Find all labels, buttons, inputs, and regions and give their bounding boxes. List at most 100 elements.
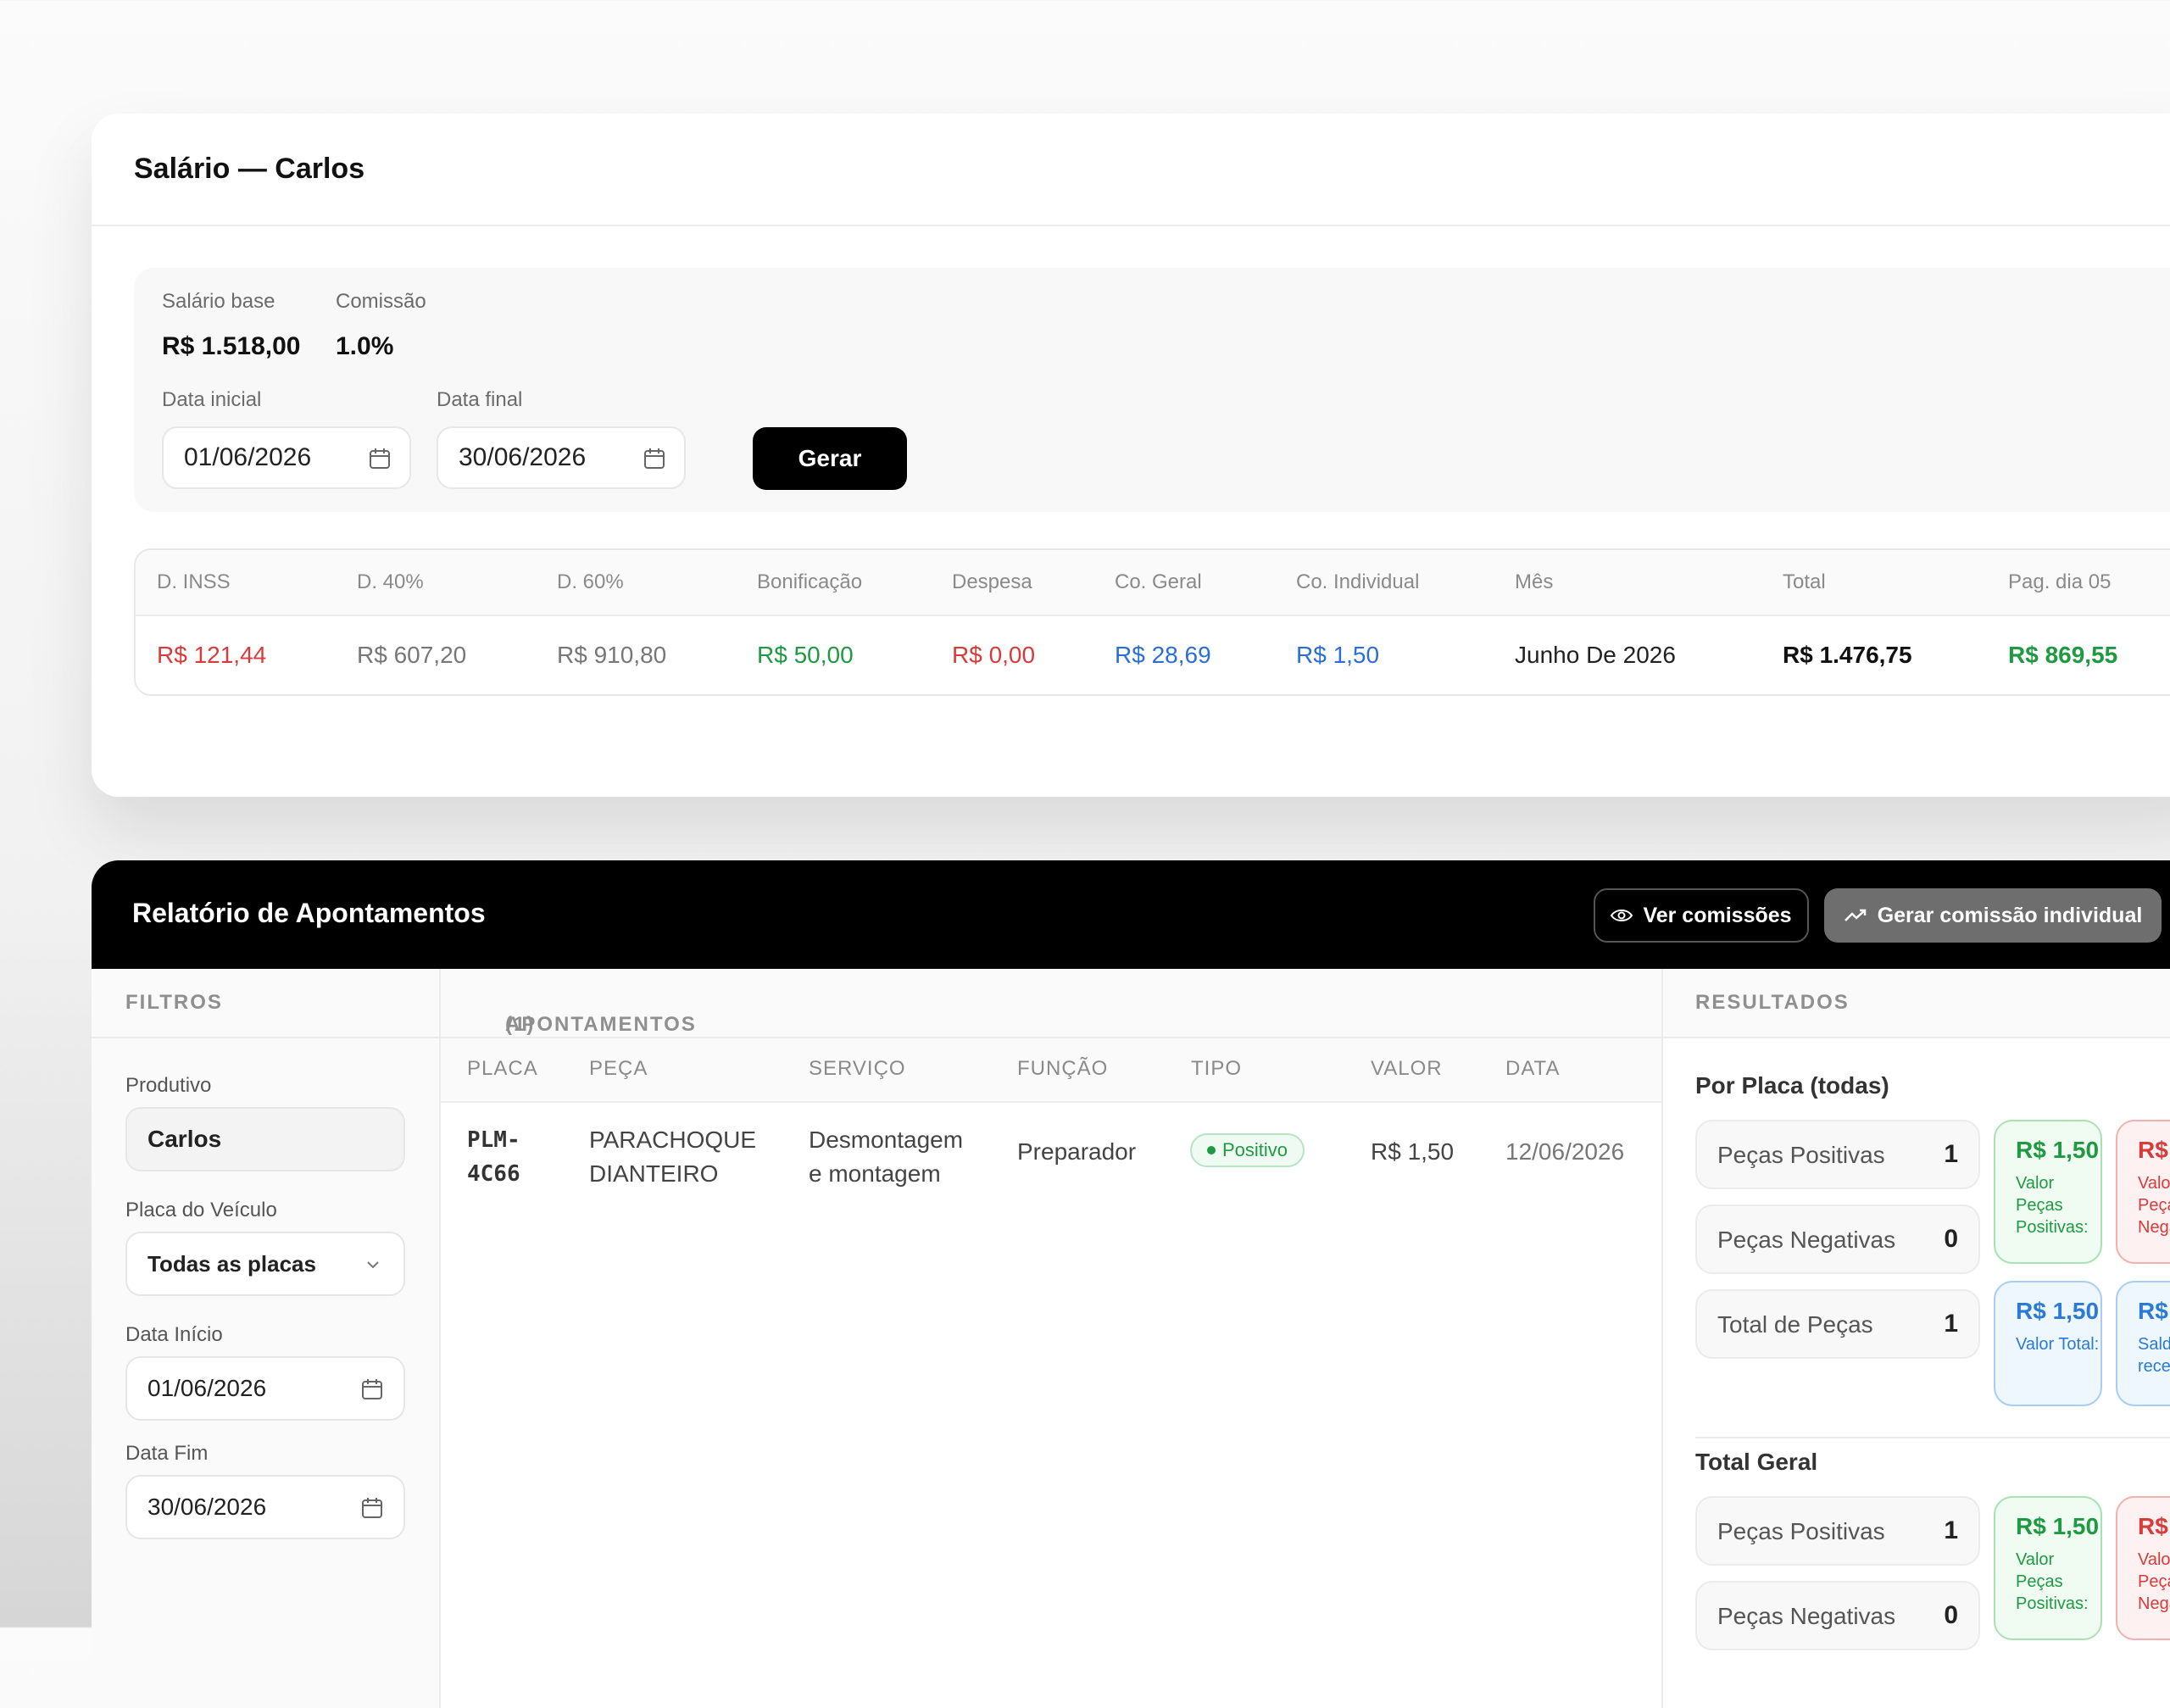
summary-general-commission-value: R$ 28,69	[1115, 642, 1211, 668]
summary-expense-value: R$ 0,00	[952, 642, 1036, 668]
pill-label: Saldo receber:	[2138, 1335, 2170, 1376]
overall-positive-value-pill: R$ 1,50 Valor Peças Positivas:	[1994, 1496, 2102, 1640]
stat-label: Peças Positivas	[1717, 1142, 1885, 1168]
productive-value: Carlos	[147, 1126, 222, 1152]
stat-label: Peças Positivas	[1717, 1518, 1885, 1544]
col-value: VALOR	[1371, 1057, 1443, 1080]
summary-header-bonus: Bonificação	[757, 570, 863, 593]
overall-positive-stat: Peças Positivas 1	[1695, 1496, 1980, 1566]
pill-label: Valor Peças Positivas:	[2016, 1174, 2089, 1237]
plate-select[interactable]: Todas as placas	[125, 1232, 405, 1296]
salary-summary-table: D. INSS D. 40% D. 60% Bonificação Despes…	[134, 548, 2170, 696]
start-date-input[interactable]: 01/06/2026	[162, 426, 411, 489]
col-part: PEÇA	[589, 1057, 648, 1080]
report-header: Relatório de Apontamentos Ver comissões …	[92, 860, 2170, 969]
col-service: SERVIÇO	[809, 1057, 906, 1080]
base-salary-label: Salário base	[162, 290, 275, 313]
calendar-icon[interactable]	[361, 1377, 383, 1401]
commission-label: Comissão	[336, 290, 426, 313]
summary-header-payday: Pag. dia 05	[2008, 570, 2112, 593]
generate-individual-commission-label: Gerar comissão individual	[1877, 903, 2143, 927]
calendar-icon[interactable]	[643, 447, 665, 470]
pill-value: R$ 1,50	[2016, 1298, 2100, 1324]
pill-label: Valor Peças Positivas:	[2016, 1550, 2089, 1613]
summary-inss-value: R$ 121,44	[157, 642, 267, 668]
col-type: TIPO	[1191, 1057, 1243, 1080]
summary-60-value: R$ 910,80	[557, 642, 667, 668]
summary-header-40: D. 40%	[357, 570, 424, 593]
trending-up-icon	[1844, 909, 1866, 921]
summary-payday-value: R$ 869,55	[2008, 642, 2118, 668]
filters-heading: FILTROS	[125, 991, 223, 1014]
results-panel: RESULTADOS Por Placa (todas) Peças Posit…	[1663, 969, 2170, 1708]
by-plate-total-value-pill: R$ 1,50 Valor Total:	[1994, 1281, 2102, 1406]
stat-label: Peças Negativas	[1717, 1227, 1896, 1253]
base-salary-value: R$ 1.518,00	[162, 332, 301, 360]
summary-header-expense: Despesa	[952, 570, 1032, 593]
col-date: DATA	[1505, 1057, 1561, 1080]
table-row[interactable]: PLM- 4C66 PARACHOQUE DIANTEIRO Desmontag…	[441, 1103, 1661, 1205]
end-date-label: Data final	[437, 388, 523, 411]
view-commissions-label: Ver comissões	[1643, 903, 1792, 927]
filter-start-date-label: Data Início	[125, 1323, 223, 1346]
calendar-icon[interactable]	[361, 1496, 383, 1520]
by-plate-positive-value-pill: R$ 1,50 Valor Peças Positivas:	[1994, 1120, 2102, 1264]
positive-dot-icon	[1207, 1146, 1216, 1154]
filter-start-date-input[interactable]: 01/06/2026	[125, 1356, 405, 1421]
row-service-line2: e montagem	[809, 1160, 941, 1187]
pill-value: R$	[2138, 1137, 2168, 1163]
salary-card-header: Salário — Carlos	[92, 114, 2170, 226]
row-part-line1: PARACHOQUE	[589, 1127, 757, 1153]
summary-values-row: R$ 121,44 R$ 607,20 R$ 910,80 R$ 50,00 R…	[136, 616, 2170, 694]
results-divider	[1695, 1437, 2170, 1438]
salary-params-panel: Salário base R$ 1.518,00 Comissão 1.0% D…	[134, 268, 2170, 512]
type-badge: Positivo	[1190, 1133, 1305, 1167]
appointments-heading-bar: APONTAMENTOS (1)	[441, 969, 1661, 1038]
generate-button[interactable]: Gerar	[753, 427, 907, 490]
row-service: Desmontagem e montagem	[809, 1123, 963, 1191]
filter-end-date-label: Data Fim	[125, 1442, 209, 1465]
pill-value: R$	[2138, 1513, 2168, 1539]
stat-label: Peças Negativas	[1717, 1603, 1896, 1629]
by-plate-balance-pill: R$ Saldo receber:	[2116, 1281, 2170, 1406]
summary-header-inss: D. INSS	[157, 570, 231, 593]
by-plate-positive-stat: Peças Positivas 1	[1695, 1120, 1980, 1189]
appointments-heading: APONTAMENTOS (1)	[473, 991, 695, 1036]
summary-40-value: R$ 607,20	[357, 642, 467, 668]
summary-total-value: R$ 1.476,75	[1783, 642, 1912, 668]
overall-negative-value-pill: R$ Valor Peças Negativas:	[2116, 1496, 2170, 1640]
by-plate-title: Por Placa (todas)	[1695, 1072, 1889, 1099]
filter-end-date-value: 30/06/2026	[147, 1494, 267, 1520]
col-role: FUNÇÃO	[1017, 1057, 1109, 1080]
summary-header-row: D. INSS D. 40% D. 60% Bonificação Despes…	[136, 550, 2170, 616]
filter-end-date-input[interactable]: 30/06/2026	[125, 1475, 405, 1539]
summary-header-60: D. 60%	[557, 570, 624, 593]
filter-start-date-value: 01/06/2026	[147, 1375, 267, 1401]
productive-field[interactable]: Carlos	[125, 1107, 405, 1171]
row-plate: PLM- 4C66	[467, 1123, 520, 1191]
row-part: PARACHOQUE DIANTEIRO	[589, 1123, 756, 1191]
stat-label: Total de Peças	[1717, 1311, 1873, 1338]
appointments-panel: APONTAMENTOS (1) PLACA PEÇA SERVIÇO FUNÇ…	[441, 969, 1663, 1708]
end-date-input[interactable]: 30/06/2026	[437, 426, 686, 489]
generate-individual-commission-button[interactable]: Gerar comissão individual	[1824, 888, 2162, 943]
overall-title: Total Geral	[1695, 1449, 1818, 1475]
summary-header-general-commission: Co. Geral	[1115, 570, 1202, 593]
by-plate-total-stat: Total de Peças 1	[1695, 1289, 1980, 1359]
row-value: R$ 1,50	[1371, 1138, 1455, 1165]
productive-label: Produtivo	[125, 1074, 212, 1097]
results-heading-bar: RESULTADOS	[1663, 969, 2170, 1038]
pill-value: R$ 1,50	[2016, 1137, 2100, 1163]
view-commissions-button[interactable]: Ver comissões	[1594, 888, 1809, 943]
stat-count: 1	[1944, 1310, 1958, 1338]
filters-heading-bar: FILTROS	[92, 969, 439, 1038]
stat-count: 1	[1944, 1516, 1958, 1544]
calendar-icon[interactable]	[369, 447, 391, 470]
row-role: Preparador	[1017, 1138, 1137, 1165]
report-title: Relatório de Apontamentos	[132, 898, 486, 928]
col-plate: PLACA	[467, 1057, 538, 1080]
pill-value: R$	[2138, 1298, 2168, 1324]
pill-label: Valor Peças Negativas:	[2138, 1550, 2170, 1613]
eye-icon	[1611, 910, 1633, 921]
stat-count: 1	[1944, 1140, 1958, 1168]
